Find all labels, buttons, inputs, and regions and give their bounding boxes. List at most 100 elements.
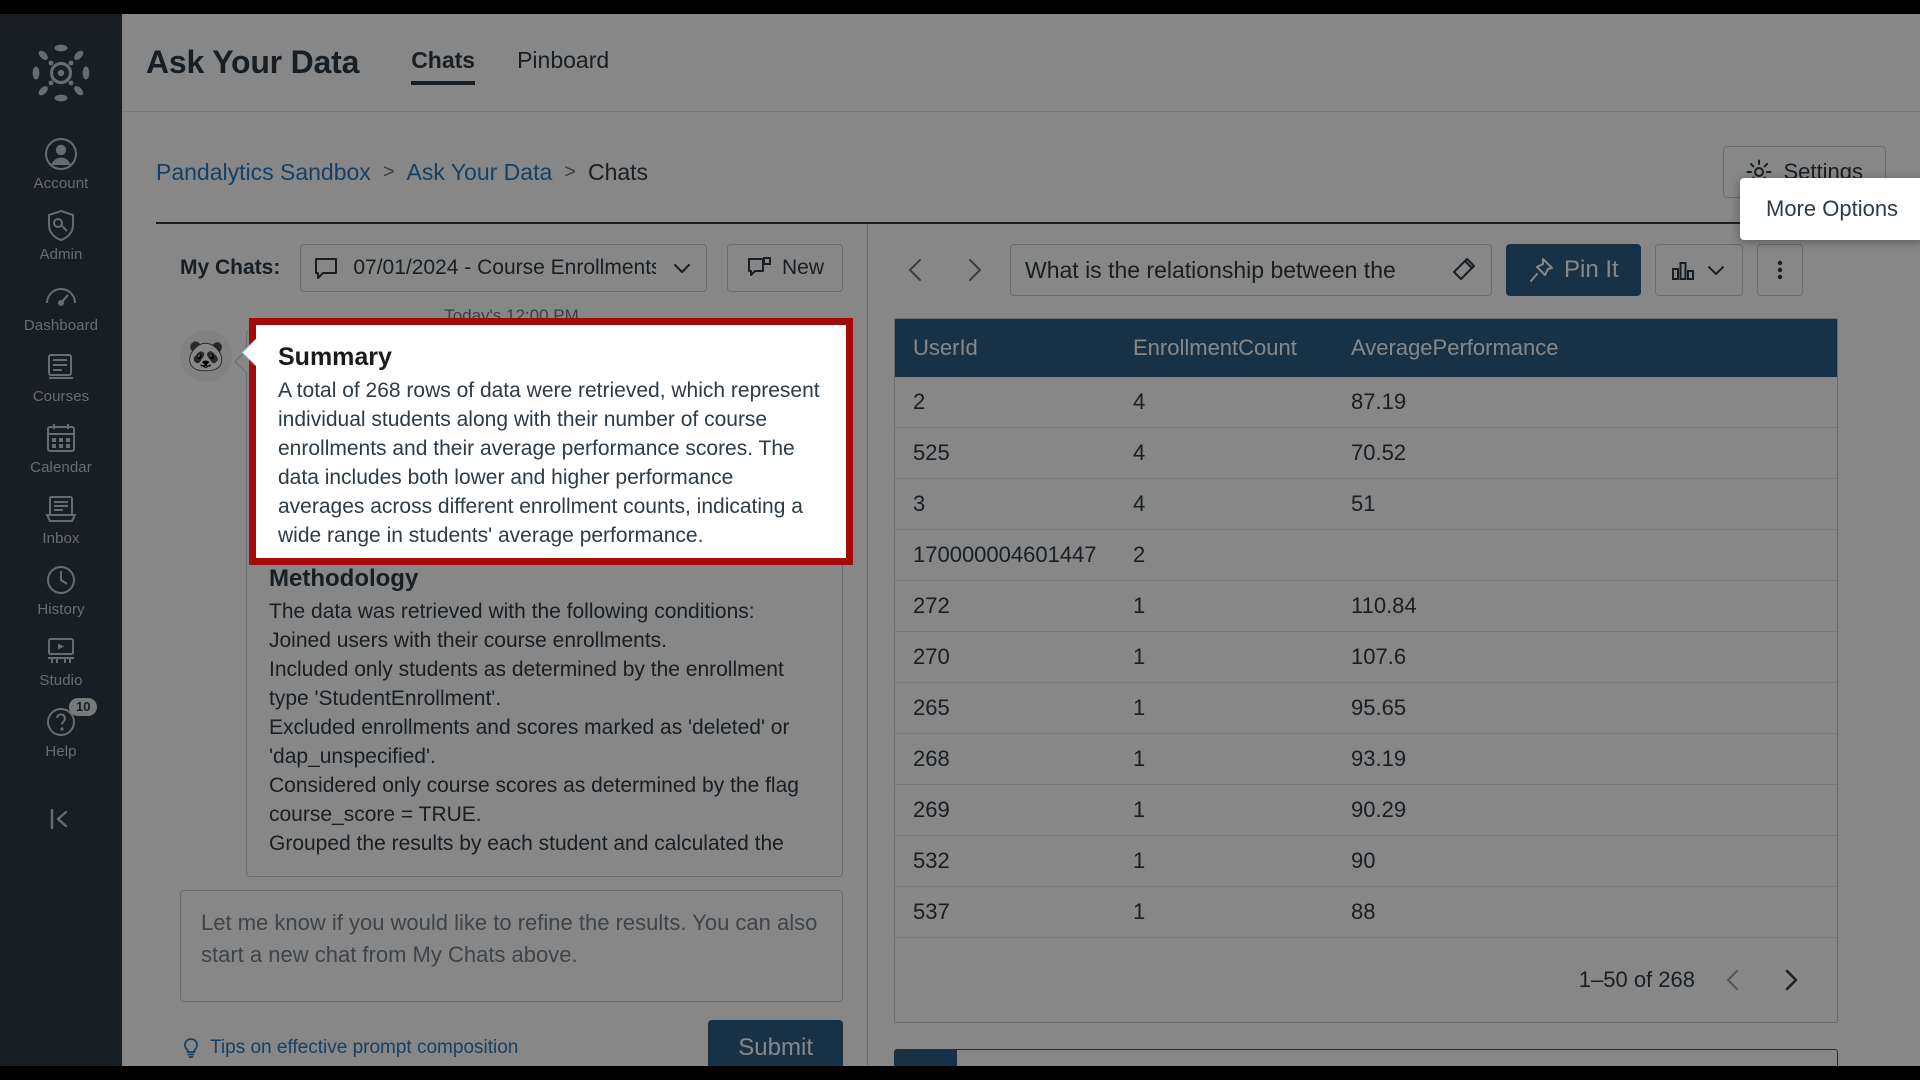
- question-input[interactable]: What is the relationship between the: [1010, 244, 1492, 296]
- submit-button[interactable]: Submit: [708, 1020, 843, 1066]
- results-table: UserId EnrollmentCount AveragePerformanc…: [895, 319, 1837, 938]
- sidebar-collapse-button[interactable]: [0, 793, 122, 856]
- pagination-range: 1–50 of 268: [1578, 967, 1695, 992]
- table-cell: 51: [1333, 478, 1837, 530]
- tab-pinboard[interactable]: Pinboard: [517, 47, 609, 79]
- table-cell: 88: [1333, 886, 1837, 938]
- pagination: 1–50 of 268: [895, 938, 1837, 1022]
- table-cell: 532: [895, 835, 1115, 887]
- dashboard-gauge-icon: [44, 279, 78, 313]
- table-cell: 2: [1115, 529, 1333, 581]
- table-cell: 87.19: [1333, 377, 1837, 428]
- new-chat-button[interactable]: New: [726, 244, 843, 292]
- sidebar-item-label: Account: [33, 175, 89, 192]
- table-cell: 90: [1333, 835, 1837, 887]
- column-header-averageperformance[interactable]: AveragePerformance: [1333, 319, 1837, 377]
- table-cell: 537: [895, 886, 1115, 938]
- sidebar-item-label: Admin: [39, 246, 83, 263]
- table-row[interactable]: 2 4 87.19: [895, 377, 1837, 428]
- table-cell: 3: [895, 478, 1115, 530]
- pagination-prev-button[interactable]: [1713, 960, 1753, 1000]
- table-cell: 1: [1115, 784, 1333, 836]
- inbox-envelope-icon: [44, 492, 78, 526]
- sidebar-item-studio[interactable]: Studio: [0, 625, 122, 696]
- methodology-line: Grouped the results by each student and …: [269, 832, 784, 855]
- table-row[interactable]: 269 1 90.29: [895, 784, 1837, 836]
- results-table-container[interactable]: UserId EnrollmentCount AveragePerformanc…: [894, 318, 1838, 1023]
- canvas-logo-icon[interactable]: [28, 40, 94, 106]
- pagination-next-button[interactable]: [1771, 960, 1811, 1000]
- sidebar-item-history[interactable]: History: [0, 554, 122, 625]
- results-toolbar: What is the relationship between the Pin…: [894, 244, 1886, 296]
- table-cell: 93.19: [1333, 733, 1837, 785]
- sidebar-item-help[interactable]: 10 Help: [0, 696, 122, 767]
- table-row[interactable]: 268 1 93.19: [895, 733, 1837, 785]
- table-row[interactable]: 537 1 88: [895, 886, 1837, 938]
- table-cell: 272: [895, 580, 1115, 632]
- history-clock-icon: [44, 563, 78, 597]
- question-value: What is the relationship between the: [1025, 256, 1396, 283]
- methodology-line: Joined users with their course enrollmen…: [269, 629, 668, 652]
- new-chat-icon: [746, 255, 772, 281]
- table-row[interactable]: 272 1 110.84: [895, 580, 1837, 632]
- pencil-icon[interactable]: [1449, 256, 1477, 284]
- methodology-line: Included only students as determined by …: [269, 658, 784, 710]
- bar-chart-icon: [1670, 257, 1696, 283]
- table-row[interactable]: 265 1 95.65: [895, 682, 1837, 734]
- chevron-down-icon: [670, 256, 694, 280]
- sidebar-item-inbox[interactable]: Inbox: [0, 483, 122, 554]
- new-chat-label: New: [781, 256, 824, 279]
- composer-placeholder: Let me know if you would like to refine …: [201, 910, 818, 967]
- column-header-enrollmentcount[interactable]: EnrollmentCount: [1115, 319, 1333, 377]
- tips-link-label: Tips on effective prompt composition: [210, 1037, 519, 1058]
- breadcrumb-link-pandalytics[interactable]: Pandalytics Sandbox: [156, 159, 371, 186]
- breadcrumb-row: Pandalytics Sandbox > Ask Your Data > Ch…: [122, 112, 1920, 198]
- header-tabs: Chats Pinboard: [411, 14, 651, 111]
- tips-link[interactable]: Tips on effective prompt composition: [180, 1037, 518, 1059]
- sidebar-item-label: Dashboard: [23, 317, 99, 334]
- sidebar-item-dashboard[interactable]: Dashboard: [0, 270, 122, 341]
- sidebar-item-admin[interactable]: Admin: [0, 199, 122, 270]
- table-cell: 265: [895, 682, 1115, 734]
- more-options-tooltip: More Options: [1740, 178, 1920, 240]
- table-cell: 1: [1115, 631, 1333, 683]
- help-badge: 10: [69, 698, 98, 716]
- table-cell: 270: [895, 631, 1115, 683]
- table-cell: 2: [895, 377, 1115, 428]
- sidebar-item-account[interactable]: Account: [0, 128, 122, 199]
- table-row[interactable]: 525 4 70.52: [895, 427, 1837, 479]
- methodology-intro: The data was retrieved with the followin…: [269, 600, 755, 623]
- composer-actions: Tips on effective prompt composition Sub…: [180, 1020, 843, 1066]
- table-cell: 1: [1115, 682, 1333, 734]
- tab-chats[interactable]: Chats: [411, 47, 475, 85]
- more-options-button[interactable]: [1756, 244, 1803, 296]
- prompt-composer[interactable]: Let me know if you would like to refine …: [180, 890, 843, 1002]
- table-cell: 95.65: [1333, 682, 1837, 734]
- breadcrumb-link-ask-your-data[interactable]: Ask Your Data: [407, 159, 553, 186]
- table-cell: 107.6: [1333, 631, 1837, 683]
- table-row[interactable]: 270 1 107.6: [895, 631, 1837, 683]
- table-row[interactable]: 532 1 90: [895, 835, 1837, 887]
- pin-it-button[interactable]: Pin It: [1506, 244, 1641, 296]
- table-row[interactable]: 3 4 51: [895, 478, 1837, 530]
- table-cell: [1333, 529, 1837, 581]
- app-header: Ask Your Data Chats Pinboard: [122, 14, 1920, 112]
- table-cell: 70.52: [1333, 427, 1837, 479]
- chart-type-button[interactable]: [1654, 244, 1743, 296]
- courses-book-icon: [44, 350, 78, 384]
- table-body: 2 4 87.19 525 4 70.52 3 4 51 170000004601447 2 272 1…: [895, 377, 1837, 938]
- breadcrumb-current: Chats: [587, 158, 649, 185]
- prev-result-button[interactable]: [894, 248, 938, 292]
- sidebar-item-label: Calendar: [30, 459, 92, 476]
- sidebar-item-courses[interactable]: Courses: [0, 341, 122, 412]
- next-result-button[interactable]: [952, 248, 996, 292]
- account-icon: [44, 137, 78, 171]
- breadcrumb-separator: >: [382, 160, 395, 183]
- table-row[interactable]: 170000004601447 2: [895, 529, 1837, 581]
- sidebar-item-calendar[interactable]: Calendar: [0, 412, 122, 483]
- column-header-userid[interactable]: UserId: [895, 319, 1115, 377]
- lightbulb-icon: [180, 1037, 202, 1059]
- table-cell: 1: [1115, 733, 1333, 785]
- pin-icon: [1528, 257, 1554, 283]
- chat-select[interactable]: 07/01/2024 - Course Enrollments vs. S: [300, 244, 707, 292]
